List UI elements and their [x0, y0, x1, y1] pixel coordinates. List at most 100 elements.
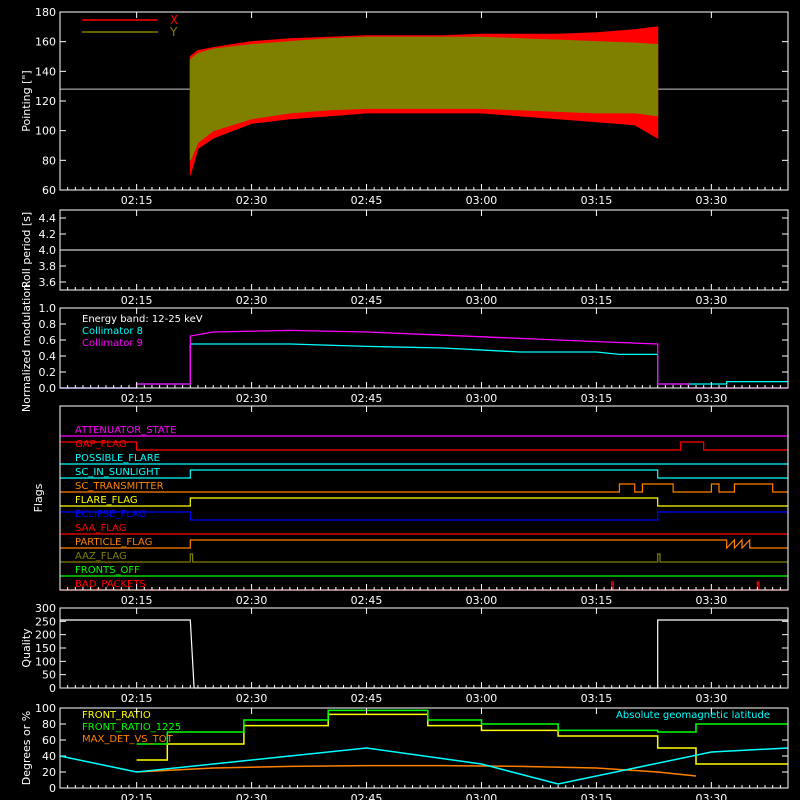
modulation-legend-8: Collimator 8 [82, 326, 143, 337]
pointing-xtick-label: 02:30 [236, 194, 268, 207]
pointing-xtick-label: 03:00 [466, 194, 498, 207]
pointing-ytick-label: 80 [42, 154, 56, 167]
roll-xtick-label: 02:15 [121, 294, 153, 307]
flag-label-saa-flag: SAA_FLAG [75, 523, 126, 534]
quality-ytick-label: 0 [49, 682, 56, 695]
flag-line-flare-flag [60, 497, 788, 507]
pointing-ytick-label: 60 [42, 184, 56, 197]
ratios-ytick-label: 20 [42, 766, 56, 779]
flag-line-gap-flag [60, 441, 788, 451]
flag-label-possible-flare: POSSIBLE_FLARE [75, 453, 160, 464]
modulation-xtick-label: 03:00 [466, 392, 498, 405]
quality-xtick-label: 03:30 [696, 692, 728, 705]
ratios-legend-front-ratio-1225: FRONT_RATIO_1225 [82, 722, 181, 733]
ratios-xtick-label: 02:45 [351, 792, 383, 800]
ospex-multi-panel-figure: 60 80 100 120 140 160 180 Pointing ["] X Y 02:15 02… [0, 0, 800, 800]
ratios-xtick-label: 03:00 [466, 792, 498, 800]
roll-ytick-label: 4.0 [39, 244, 57, 257]
modulation-ytick-label: 0.8 [39, 318, 57, 331]
modulation-ytick-label: 0.2 [39, 366, 57, 379]
roll-ytick-label: 3.8 [39, 260, 57, 273]
pointing-ytick-label: 160 [35, 36, 56, 49]
flag-line-bad-packets [60, 581, 788, 591]
modulation-ytick-label: 0.6 [39, 334, 57, 347]
ratios-ytick-label: 80 [42, 718, 56, 731]
chart-canvas: 6080100120140160180Pointing ["]XY02:15 02… [20, 6, 789, 800]
roll-ytick-label: 4.2 [39, 228, 57, 241]
flag-label-particle-flag: PARTICLE_FLAG [75, 537, 152, 548]
quality-ytick-label: 200 [35, 629, 56, 642]
roll-xtick-label: 03:00 [466, 294, 498, 307]
quality-ylabel: Quality [20, 628, 33, 668]
modulation-xtick-label: 02:15 [121, 392, 153, 405]
quality-ytick-label: 50 [42, 669, 56, 682]
flag-label-fronts-off: FRONTS_OFF [75, 565, 140, 576]
flags-xtick-label: 02:15 [121, 594, 153, 607]
roll-xtick-label: 03:30 [696, 294, 728, 307]
flag-label-sc-in-sunlight: SC_IN_SUNLIGHT [75, 467, 161, 478]
flags-xtick-label: 02:30 [236, 594, 268, 607]
pointing-ytick-label: 100 [35, 125, 56, 138]
quality-xtick-label: 02:30 [236, 692, 268, 705]
flags-xtick-label: 02:45 [351, 594, 383, 607]
ratios-legend-front-ratio: FRONT_RATIO [82, 710, 151, 721]
flag-line-sc-transmitter [60, 483, 788, 493]
modulation-xtick-label: 02:45 [351, 392, 383, 405]
pointing-ytick-label: 180 [35, 6, 56, 19]
modulation-xtick-label: 02:30 [236, 392, 268, 405]
quality-xtick-label: 02:45 [351, 692, 383, 705]
roll-ytick-label: 3.6 [39, 276, 57, 289]
flag-line-aaz-flag [60, 553, 788, 563]
ratios-xtick-label: 03:30 [696, 792, 728, 800]
ratios-ylabel: Degrees or % [20, 711, 33, 785]
modulation-ytick-label: 0.4 [39, 350, 57, 363]
flags-xtick-label: 03:30 [696, 594, 728, 607]
pointing-xtick-label: 03:30 [696, 194, 728, 207]
roll-xtick-label: 03:15 [581, 294, 613, 307]
quality-xtick-label: 03:00 [466, 692, 498, 705]
pointing-ytick-label: 140 [35, 65, 56, 78]
modulation-energy-band-annotation: Energy band: 12-25 keV [82, 314, 203, 325]
flag-line-particle-flag [60, 538, 788, 550]
flags-xtick-label: 03:15 [581, 594, 613, 607]
quality-line [60, 619, 788, 689]
pointing-xtick-label: 03:15 [581, 194, 613, 207]
modulation-ytick-label: 1.0 [39, 302, 57, 315]
flag-label-eclipse-flag: ECLIPSE_FLAG [75, 509, 146, 520]
ratios-xtick-label: 02:15 [121, 792, 153, 800]
modulation-ytick-label: 0.0 [39, 382, 57, 395]
flags-xtick-label: 03:00 [466, 594, 498, 607]
quality-ytick-label: 150 [35, 642, 56, 655]
quality-ytick-label: 250 [35, 615, 56, 628]
modulation-legend-9: Collimator 9 [82, 338, 143, 349]
roll-ylabel: Roll period [s] [20, 212, 33, 288]
ratios-ytick-label: 0 [49, 782, 56, 795]
flag-line-sc-in-sunlight [60, 469, 788, 479]
ratios-ytick-label: 60 [42, 734, 56, 747]
modulation-xtick-label: 03:15 [581, 392, 613, 405]
legend-label-y: Y [169, 25, 178, 39]
flag-label-flare-flag: FLARE_FLAG [75, 495, 138, 506]
flag-label-aaz-flag: AAZ_FLAG [75, 551, 127, 562]
ratios-ytick-label: 40 [42, 750, 56, 763]
modulation-xtick-label: 03:30 [696, 392, 728, 405]
flag-label-gap-flag: GAP_FLAG [75, 439, 127, 450]
flag-label-attenuator-state: ATTENUATOR_STATE [75, 425, 176, 436]
roll-xtick-label: 02:45 [351, 294, 383, 307]
ratios-ytick-label: 100 [35, 702, 56, 715]
roll-ytick-label: 4.4 [39, 212, 57, 225]
ratios-xtick-label: 03:15 [581, 792, 613, 800]
quality-ytick-label: 300 [35, 602, 56, 615]
flags-ylabel: Flags [32, 483, 45, 512]
quality-xtick-label: 02:15 [121, 692, 153, 705]
pointing-ytick-label: 120 [35, 95, 56, 108]
pointing-xtick-label: 02:45 [351, 194, 383, 207]
quality-xtick-label: 03:15 [581, 692, 613, 705]
pointing-ylabel: Pointing ["] [20, 70, 33, 131]
ratios-legend-geomagnetic-latitude: Absolute geomagnetic latitude [616, 710, 770, 721]
ratios-legend-max-det-vs-tot: MAX_DET_VS_TOT [82, 734, 174, 745]
modulation-series-9 [60, 329, 788, 389]
flag-line-eclipse-flag [60, 511, 788, 521]
pointing-xtick-label: 02:15 [121, 194, 153, 207]
roll-xtick-label: 02:30 [236, 294, 268, 307]
